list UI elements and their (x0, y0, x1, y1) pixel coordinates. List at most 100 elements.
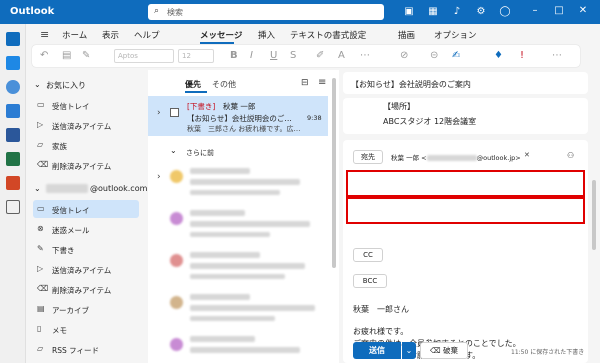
fav-sent[interactable]: ▷ 送信済みアイテム (33, 116, 164, 134)
account-junk[interactable]: ⊗ 迷惑メール (33, 220, 164, 238)
account-drafts[interactable]: ✎ 下書き (33, 240, 164, 258)
close-icon[interactable]: ✕ (576, 4, 590, 18)
highlight-icon[interactable]: ✐ (316, 50, 324, 61)
menu-options[interactable]: オプション (434, 29, 477, 41)
menu-insert[interactable]: 挿入 (258, 29, 275, 41)
more-icon[interactable]: ⋯ (360, 50, 370, 61)
list-item[interactable] (148, 288, 328, 326)
folder-label: RSS フィード (52, 346, 99, 355)
list-item[interactable] (148, 204, 328, 242)
chevron-down-icon[interactable]: ⌄ (34, 184, 41, 193)
hamburger-icon[interactable]: ≡ (40, 28, 49, 41)
select-checkbox[interactable] (170, 108, 179, 117)
minimize-icon[interactable]: – (528, 4, 542, 18)
send-button[interactable]: 送信 (353, 342, 401, 359)
discard-button[interactable]: ⌫ 破棄 (420, 342, 468, 359)
importance-icon[interactable]: ! (520, 50, 524, 61)
menu-format-text[interactable]: テキストの書式設定 (290, 29, 366, 41)
attach-icon[interactable]: ⊘ (400, 50, 408, 61)
todo-icon[interactable] (6, 104, 20, 118)
expand-icon[interactable]: › (157, 172, 161, 182)
list-item[interactable] (148, 330, 328, 363)
recipient-chip[interactable]: 秋葉 一郎 < @outlook.jp> (391, 152, 521, 162)
more-options-icon[interactable]: ⋯ (552, 50, 562, 61)
contacts-icon[interactable]: ⚇ (567, 151, 574, 160)
note-icon: ▯ (37, 324, 42, 333)
teams-icon[interactable]: ▣ (402, 5, 416, 19)
search-input[interactable]: ⌕ 検索 (148, 4, 384, 20)
inbox-icon: ▭ (37, 100, 45, 109)
body-line-1[interactable]: お疲れ様です。 (353, 326, 408, 337)
reading-scrollbar[interactable] (592, 180, 596, 250)
folder-label: 送信済みアイテム (52, 266, 112, 275)
format-painter-icon[interactable]: ✎ (82, 50, 90, 61)
menu-draw[interactable]: 描画 (398, 29, 415, 41)
to-button[interactable]: 宛先 (353, 150, 383, 164)
excel-icon[interactable] (6, 152, 20, 166)
remove-recipient-icon[interactable]: ✕ (524, 151, 530, 159)
favorites-header[interactable]: お気に入り (46, 80, 86, 91)
bell-icon[interactable]: ♪ (450, 5, 464, 19)
mail-icon[interactable] (6, 32, 20, 46)
tab-focused[interactable]: 優先 (185, 79, 201, 90)
menu-view[interactable]: 表示 (102, 29, 119, 41)
app-rail (0, 24, 26, 363)
list-item[interactable] (148, 246, 328, 284)
chevron-down-icon[interactable]: ⌄ (170, 146, 177, 155)
account-rss[interactable]: ▱ RSS フィード (33, 340, 164, 358)
bcc-button[interactable]: BCC (353, 274, 387, 288)
group-header[interactable]: さらに前 (186, 148, 214, 158)
maximize-icon[interactable]: □ (552, 4, 566, 18)
menu-home[interactable]: ホーム (62, 29, 87, 41)
calendar-icon[interactable]: ▦ (426, 5, 440, 19)
filter-icon[interactable]: ≡ (318, 77, 326, 88)
word-icon[interactable] (6, 128, 20, 142)
calendar-app-icon[interactable] (6, 56, 20, 70)
message-item-selected[interactable]: › [下書き] 秋葉 一郎 【お知らせ】会社説明会のご… 9:38 秋葉 三郎さ… (148, 96, 328, 136)
greeting[interactable]: 秋葉 一郎さん (353, 304, 409, 315)
italic-icon[interactable]: I (250, 50, 253, 61)
account-notes[interactable]: ▯ メモ (33, 320, 164, 338)
chevron-down-icon[interactable]: ⌄ (34, 80, 41, 89)
people-icon[interactable] (6, 80, 20, 94)
expand-icon[interactable]: › (157, 108, 161, 118)
list-item[interactable]: › (148, 162, 328, 200)
gear-icon[interactable]: ⚙ (474, 5, 488, 19)
folder-label: 迷惑メール (52, 226, 90, 235)
blurred-text (190, 305, 315, 311)
fav-family[interactable]: ▱ 家族 (33, 136, 164, 154)
select-mode-icon[interactable]: ⊟ (301, 78, 309, 88)
tab-other[interactable]: その他 (212, 79, 236, 90)
lightbulb-icon[interactable]: ◯ (498, 5, 512, 19)
account-email-suffix[interactable]: @outlook.com (90, 184, 147, 193)
clipboard-icon[interactable]: ▤ (62, 50, 71, 61)
link-icon[interactable]: ⊝ (430, 50, 438, 61)
fav-deleted[interactable]: ⌫ 削除済みアイテム (33, 156, 164, 174)
account-deleted[interactable]: ⌫ 削除済みアイテム (33, 280, 164, 298)
blurred-text (190, 168, 250, 174)
account-sent[interactable]: ▷ 送信済みアイテム (33, 260, 164, 278)
dictate-icon[interactable]: ♦ (494, 50, 503, 61)
folder-icon: ▱ (37, 140, 44, 149)
menu-help[interactable]: ヘルプ (134, 29, 160, 41)
menu-message[interactable]: メッセージ (200, 29, 242, 41)
list-scrollbar[interactable] (332, 78, 336, 268)
cc-button[interactable]: CC (353, 248, 383, 262)
font-color-icon[interactable]: A (338, 50, 345, 61)
ribbon-menu: ≡ ホーム 表示 ヘルプ メッセージ 挿入 テキストの書式設定 描画 オプション (26, 24, 600, 44)
undo-icon[interactable]: ↶ (40, 50, 48, 61)
active-tab-indicator (200, 42, 234, 44)
account-archive[interactable]: ▤ アーカイブ (33, 300, 164, 318)
send-options-chevron-icon[interactable]: ⌄ (402, 342, 416, 359)
underline-icon[interactable]: U (270, 50, 277, 61)
font-name-select[interactable]: Aptos (114, 49, 174, 63)
apps-icon[interactable] (6, 200, 20, 214)
bold-icon[interactable]: B (230, 50, 238, 61)
fav-inbox[interactable]: ▭ 受信トレイ (33, 96, 164, 114)
blurred-text (190, 274, 285, 279)
font-size-select[interactable]: 12 (178, 49, 214, 63)
account-inbox[interactable]: ▭ 受信トレイ (33, 200, 139, 218)
strikethrough-icon[interactable]: S (290, 50, 296, 61)
powerpoint-icon[interactable] (6, 176, 20, 190)
signature-icon[interactable]: ✍ (452, 50, 460, 61)
